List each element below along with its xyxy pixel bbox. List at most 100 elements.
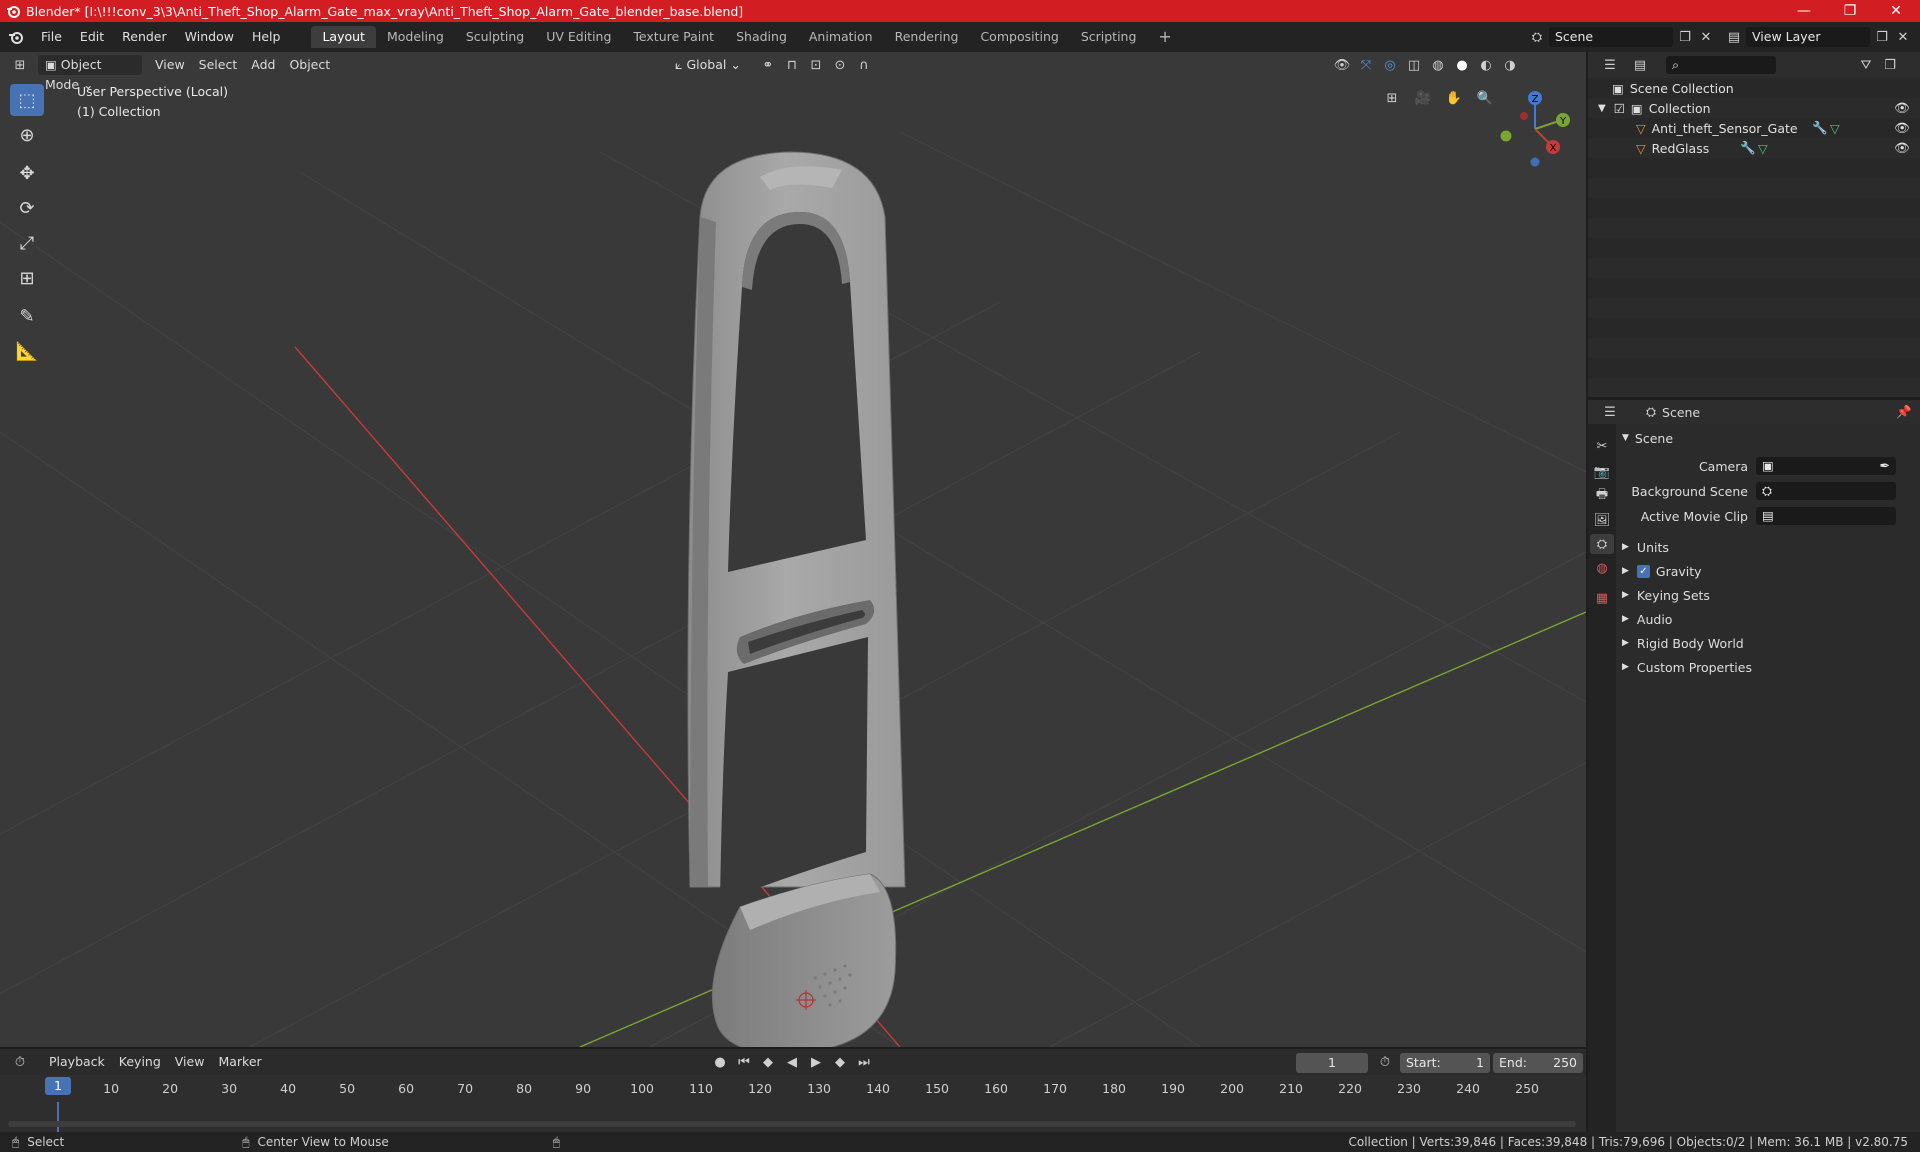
annotate-tool-icon[interactable]: ✎ bbox=[10, 300, 44, 332]
new-view-layer-icon[interactable]: ❐ bbox=[1870, 27, 1894, 47]
neg-y-axis-icon[interactable] bbox=[1500, 130, 1512, 142]
camera-view-icon[interactable]: 🎥 bbox=[1411, 88, 1435, 108]
display-mode-icon[interactable]: ▤ bbox=[1628, 55, 1652, 75]
preview-range-icon[interactable]: ⏱ bbox=[1373, 1052, 1397, 1072]
tab-rendering[interactable]: Rendering bbox=[884, 26, 970, 48]
scene-tab-icon[interactable]: ⛭ bbox=[1590, 534, 1614, 554]
cursor-tool-icon[interactable]: ⊕ bbox=[10, 119, 44, 151]
orientation-dropdown[interactable]: ⟀ Global ⌄ bbox=[668, 55, 748, 75]
tool-tab-icon[interactable]: ✂ bbox=[1590, 436, 1614, 456]
collection-checkbox-icon[interactable]: ☑ bbox=[1614, 101, 1625, 116]
delete-view-layer-icon[interactable]: ✕ bbox=[1894, 27, 1912, 47]
render-tab-icon[interactable]: 📷 bbox=[1590, 462, 1614, 482]
camera-field[interactable]: ▣ ✒ bbox=[1756, 457, 1896, 475]
expand-arrow-icon[interactable]: ▼ bbox=[1598, 103, 1606, 114]
gizmo-toggle-icon[interactable]: ⤧ bbox=[1354, 55, 1378, 75]
toggle-ortho-icon[interactable]: ⊞ bbox=[1380, 88, 1404, 108]
units-panel-header[interactable]: ▶ Units bbox=[1622, 535, 1920, 559]
menu-edit[interactable]: Edit bbox=[71, 26, 113, 48]
filter-icon[interactable]: ⛛ bbox=[1854, 55, 1878, 75]
gravity-panel-header[interactable]: ▶ ✓ Gravity bbox=[1622, 559, 1920, 583]
snap-icon[interactable]: ⊓ bbox=[780, 55, 804, 75]
eye-icon[interactable]: 👁 bbox=[1894, 100, 1910, 116]
play-reverse-icon[interactable]: ◀ bbox=[780, 1052, 804, 1072]
mode-dropdown[interactable]: ▣ Object Mode ⌄ bbox=[38, 55, 142, 92]
mesh-data-icon[interactable]: ▽ bbox=[1758, 141, 1768, 156]
navigation-gizmo[interactable]: Z Y X bbox=[1490, 84, 1580, 174]
current-frame-field[interactable]: 1 bbox=[1296, 1053, 1368, 1073]
view-layer-tab-icon[interactable]: 🖼 bbox=[1590, 510, 1614, 530]
next-keyframe-icon[interactable]: ◆ bbox=[828, 1052, 852, 1072]
start-frame-field[interactable]: Start: 1 bbox=[1400, 1053, 1490, 1073]
view-layer-field[interactable]: View Layer bbox=[1746, 27, 1870, 47]
overlay-toggle-icon[interactable]: ◎ bbox=[1378, 55, 1402, 75]
material-shading-icon[interactable]: ◐ bbox=[1474, 55, 1498, 75]
solid-shading-icon[interactable]: ● bbox=[1450, 55, 1474, 75]
3d-viewport[interactable]: ⊞ ▣ Object Mode ⌄ View Select Add Object… bbox=[0, 52, 1586, 1047]
menu-select[interactable]: Select bbox=[192, 55, 245, 75]
editor-type-icon[interactable]: ⊞ bbox=[8, 55, 32, 75]
measure-tool-icon[interactable]: 📐 bbox=[10, 335, 44, 367]
outliner-row-collection[interactable]: ▼ ☑ ▣ Collection 👁 bbox=[1588, 98, 1920, 118]
keying-sets-panel-header[interactable]: ▶ Keying Sets bbox=[1622, 583, 1920, 607]
tab-uv-editing[interactable]: UV Editing bbox=[535, 26, 622, 48]
outliner-row-scene-collection[interactable]: ▣ Scene Collection bbox=[1588, 78, 1920, 98]
eye-icon[interactable]: 👁 bbox=[1894, 140, 1910, 156]
custom-properties-panel-header[interactable]: ▶ Custom Properties bbox=[1622, 655, 1920, 679]
minimize-button[interactable]: — bbox=[1781, 0, 1827, 22]
modifier-wrench-icon[interactable]: 🔧 bbox=[1812, 120, 1828, 136]
pan-view-icon[interactable]: ✋ bbox=[1442, 88, 1466, 108]
background-scene-field[interactable]: ⛭ bbox=[1756, 482, 1896, 500]
tab-layout[interactable]: Layout bbox=[311, 26, 376, 48]
neg-x-axis-icon[interactable] bbox=[1520, 112, 1528, 120]
menu-playback[interactable]: Playback bbox=[42, 1052, 112, 1072]
xray-icon[interactable]: ◫ bbox=[1402, 55, 1426, 75]
tab-compositing[interactable]: Compositing bbox=[969, 26, 1069, 48]
view-layer-browse-icon[interactable]: ▤ bbox=[1722, 27, 1746, 47]
tab-modeling[interactable]: Modeling bbox=[376, 26, 455, 48]
add-workspace-button[interactable]: + bbox=[1147, 26, 1182, 48]
scene-panel-header[interactable]: ▼ Scene bbox=[1622, 426, 1920, 450]
menu-add[interactable]: Add bbox=[244, 55, 282, 75]
tab-scripting[interactable]: Scripting bbox=[1070, 26, 1148, 48]
audio-panel-header[interactable]: ▶ Audio bbox=[1622, 607, 1920, 631]
outliner-row-anti-theft-sensor-gate[interactable]: ▽ Anti_theft_Sensor_Gate 🔧 ▽ 👁 bbox=[1588, 118, 1920, 138]
menu-timeline-view[interactable]: View bbox=[168, 1052, 212, 1072]
rigid-body-world-panel-header[interactable]: ▶ Rigid Body World bbox=[1622, 631, 1920, 655]
rendered-shading-icon[interactable]: ◑ bbox=[1498, 55, 1522, 75]
texture-tab-icon[interactable]: ▦ bbox=[1590, 588, 1614, 608]
properties-editor-type-icon[interactable]: ☰ bbox=[1598, 402, 1622, 422]
prev-keyframe-icon[interactable]: ◆ bbox=[756, 1052, 780, 1072]
falloff-icon[interactable]: ∩ bbox=[852, 55, 876, 75]
timeline-scrollbar[interactable] bbox=[8, 1121, 1576, 1127]
rotate-tool-icon[interactable]: ⟳ bbox=[10, 192, 44, 224]
pivot-point-icon[interactable]: ⚭ bbox=[756, 55, 780, 75]
menu-object[interactable]: Object bbox=[282, 55, 337, 75]
new-collection-icon[interactable]: ❐ bbox=[1878, 55, 1902, 75]
tab-texture-paint[interactable]: Texture Paint bbox=[622, 26, 725, 48]
anti-theft-gate-model[interactable] bbox=[687, 151, 906, 1047]
neg-z-axis-icon[interactable] bbox=[1530, 157, 1540, 167]
menu-window[interactable]: Window bbox=[176, 26, 243, 48]
record-icon[interactable]: ● bbox=[708, 1052, 732, 1072]
eye-icon[interactable]: 👁 bbox=[1894, 120, 1910, 136]
world-tab-icon[interactable]: ◍ bbox=[1590, 558, 1614, 578]
tab-shading[interactable]: Shading bbox=[725, 26, 798, 48]
playhead-frame-badge[interactable]: 1 bbox=[45, 1077, 71, 1095]
active-movie-clip-field[interactable]: ▤ bbox=[1756, 507, 1896, 525]
modifier-wrench-icon[interactable]: 🔧 bbox=[1740, 140, 1756, 156]
menu-keying[interactable]: Keying bbox=[112, 1052, 168, 1072]
menu-file[interactable]: File bbox=[32, 26, 71, 48]
eyedropper-icon[interactable]: ✒ bbox=[1880, 457, 1890, 475]
menu-view[interactable]: View bbox=[148, 55, 192, 75]
jump-start-icon[interactable]: ⏮ bbox=[732, 1052, 756, 1072]
move-tool-icon[interactable]: ✥ bbox=[10, 157, 44, 189]
wireframe-shading-icon[interactable]: ◍ bbox=[1426, 55, 1450, 75]
scene-browse-icon[interactable]: ⛭ bbox=[1525, 27, 1549, 47]
menu-render[interactable]: Render bbox=[113, 26, 176, 48]
tab-animation[interactable]: Animation bbox=[798, 26, 884, 48]
gravity-checkbox[interactable]: ✓ bbox=[1636, 564, 1650, 578]
output-tab-icon[interactable]: 🖶 bbox=[1590, 486, 1614, 506]
blender-menu-icon[interactable] bbox=[0, 29, 32, 45]
scene-name-field[interactable]: Scene bbox=[1549, 27, 1673, 47]
